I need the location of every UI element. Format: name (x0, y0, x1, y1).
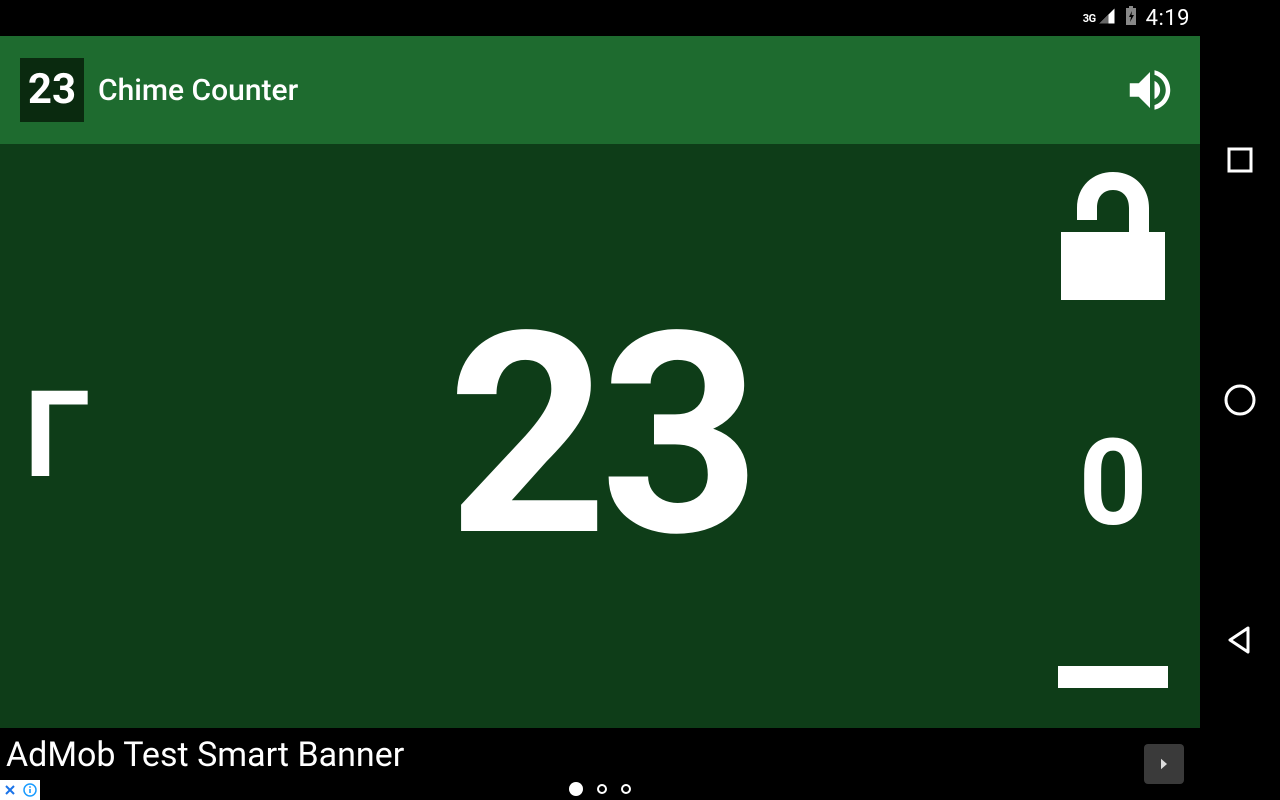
ad-page-dots (569, 782, 631, 796)
ad-banner[interactable]: AdMob Test Smart Banner (0, 728, 1200, 800)
app-icon: 23 (20, 58, 84, 122)
app-title: Chime Counter (98, 73, 1120, 108)
ad-dot-3 (621, 784, 631, 794)
unlock-icon (1053, 172, 1173, 302)
main-area[interactable]: Г 23 0 (0, 144, 1200, 728)
close-icon (4, 784, 16, 796)
device-area: 3G 4:19 23 Chime Counter (0, 0, 1200, 800)
ad-dot-2 (597, 784, 607, 794)
status-time: 4:19 (1146, 6, 1190, 31)
signal-icon (1098, 7, 1116, 29)
screen-root: 3G 4:19 23 Chime Counter (0, 0, 1280, 800)
ad-dot-1 (569, 782, 583, 796)
chevron-right-icon (1155, 755, 1173, 773)
app-icon-text: 23 (28, 69, 76, 111)
nav-recent-button[interactable] (1223, 143, 1257, 177)
network-label: 3G (1083, 12, 1096, 25)
battery-icon (1124, 6, 1138, 30)
triangle-back-icon (1224, 624, 1256, 656)
info-icon (23, 783, 37, 797)
reset-zero-button[interactable]: 0 (1079, 424, 1148, 544)
ad-close-button[interactable] (0, 780, 20, 800)
ad-text: AdMob Test Smart Banner (6, 735, 404, 775)
side-controls: 0 (1048, 144, 1178, 728)
sound-button[interactable] (1120, 60, 1180, 120)
system-nav-bar (1200, 0, 1280, 800)
counter-value: 23 (447, 296, 752, 576)
nav-back-button[interactable] (1223, 623, 1257, 657)
ad-info-button[interactable] (20, 780, 40, 800)
nav-home-button[interactable] (1223, 383, 1257, 417)
decrement-button[interactable] (1058, 666, 1168, 688)
left-glyph: Г (24, 376, 91, 496)
square-icon (1225, 145, 1255, 175)
action-bar: 23 Chime Counter (0, 36, 1200, 144)
ad-next-button[interactable] (1144, 744, 1184, 784)
circle-icon (1223, 383, 1257, 417)
volume-icon (1123, 63, 1177, 117)
lock-button[interactable] (1053, 172, 1173, 302)
status-bar: 3G 4:19 (0, 0, 1200, 36)
